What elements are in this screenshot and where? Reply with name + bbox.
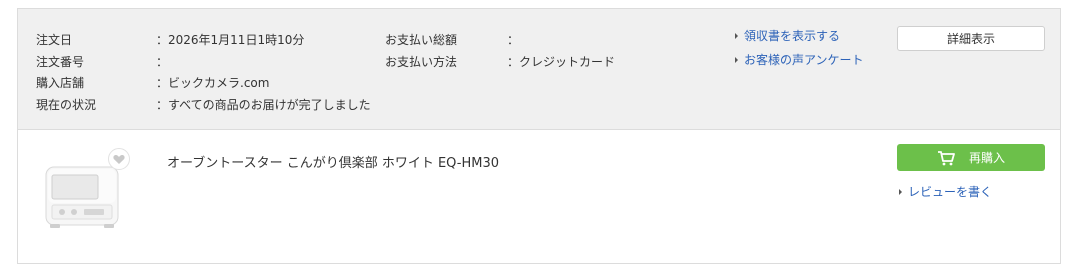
order-number-label: 注文番号 (36, 55, 85, 69)
cart-icon (937, 150, 955, 165)
order-header: 注文日 ：2026年1月11日1時10分 注文番号 ： 購入店舗 ：ビックカメラ… (18, 9, 1060, 130)
payment-method-label: お支払い方法 (385, 55, 458, 69)
survey-link[interactable]: お客様の声アンケート (735, 51, 864, 68)
detail-button[interactable]: 詳細表示 (897, 26, 1045, 51)
order-date-label: 注文日 (36, 33, 73, 47)
receipt-link-label: 領収書を表示する (744, 29, 841, 43)
order-number-value: ： (156, 55, 169, 69)
rebuy-button[interactable]: 再購入 (897, 144, 1045, 171)
payment-method-value: ：クレジットカード (507, 55, 616, 69)
store-label: 購入店舗 (36, 76, 85, 90)
order-date-value: ：2026年1月11日1時10分 (156, 33, 305, 47)
receipt-link[interactable]: 領収書を表示する (735, 27, 840, 44)
triangle-right-icon (735, 32, 738, 39)
heart-icon[interactable] (108, 148, 130, 170)
triangle-right-icon (899, 188, 902, 195)
status-value: ：すべての商品のお届けが完了しました (156, 98, 371, 112)
product-name-link[interactable]: オーブントースター こんがり倶楽部 ホワイト EQ-HM30 (167, 152, 499, 171)
store-value: ：ビックカメラ.com (156, 76, 270, 90)
payment-total-value: ： (507, 33, 520, 47)
survey-link-label: お客様の声アンケート (744, 53, 864, 67)
payment-total-label: お支払い総額 (385, 33, 458, 47)
rebuy-label: 再購入 (968, 151, 1005, 165)
triangle-right-icon (735, 56, 738, 63)
order-card: 注文日 ：2026年1月11日1時10分 注文番号 ： 購入店舗 ：ビックカメラ… (17, 8, 1061, 264)
status-label: 現在の状況 (36, 98, 97, 112)
review-link[interactable]: レビューを書く (899, 183, 992, 200)
review-link-label: レビューを書く (908, 185, 993, 199)
